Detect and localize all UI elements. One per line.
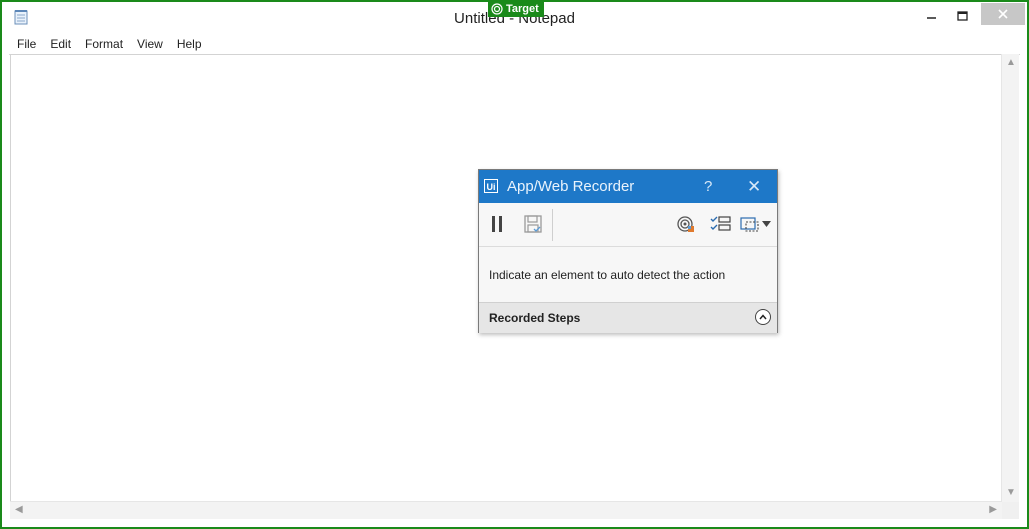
recorder-titlebar[interactable]: Ui App/Web Recorder ? ✕ bbox=[479, 170, 777, 203]
checklist-icon bbox=[710, 216, 731, 231]
target-indicator: Target bbox=[488, 0, 544, 17]
menu-file[interactable]: File bbox=[9, 37, 42, 51]
recorded-steps-label: Recorded Steps bbox=[489, 311, 581, 325]
maximize-button[interactable] bbox=[945, 2, 979, 30]
auto-detect-button[interactable] bbox=[675, 211, 697, 237]
pause-button[interactable] bbox=[487, 211, 507, 237]
save-icon bbox=[524, 215, 542, 233]
menu-view[interactable]: View bbox=[129, 37, 169, 51]
dropdown-arrow-icon bbox=[761, 221, 771, 227]
pause-icon bbox=[492, 216, 502, 232]
target-icon bbox=[491, 2, 503, 15]
help-button[interactable]: ? bbox=[704, 178, 712, 195]
maximize-icon bbox=[956, 10, 968, 21]
recorded-steps-panel[interactable]: Recorded Steps bbox=[479, 302, 777, 333]
collapse-button[interactable] bbox=[755, 309, 771, 325]
recorder-close-button[interactable]: ✕ bbox=[747, 177, 761, 197]
save-button[interactable] bbox=[521, 211, 545, 237]
minimize-button[interactable] bbox=[915, 2, 949, 30]
screen-capture-dropdown[interactable] bbox=[739, 211, 771, 237]
chevron-up-icon bbox=[759, 314, 767, 320]
recorder-dialog: Ui App/Web Recorder ? ✕ Indicate an elem… bbox=[478, 169, 778, 333]
steps-list-button[interactable] bbox=[709, 211, 733, 237]
recorder-title: App/Web Recorder bbox=[507, 178, 635, 195]
menu-bar: File Edit Format View Help bbox=[9, 33, 1020, 55]
close-button[interactable] bbox=[981, 3, 1025, 25]
screen-select-icon bbox=[739, 217, 759, 232]
menu-edit[interactable]: Edit bbox=[42, 37, 77, 51]
toolbar-separator bbox=[552, 209, 553, 241]
menu-format[interactable]: Format bbox=[77, 37, 129, 51]
fingerprint-target-icon bbox=[677, 216, 694, 232]
close-icon bbox=[998, 9, 1008, 19]
minimize-icon bbox=[927, 17, 936, 19]
target-label: Target bbox=[506, 2, 539, 15]
menu-help[interactable]: Help bbox=[169, 37, 208, 51]
instruction-text: Indicate an element to auto detect the a… bbox=[489, 268, 726, 282]
recorder-toolbar bbox=[479, 203, 777, 247]
uipath-logo-icon: Ui bbox=[484, 179, 498, 193]
